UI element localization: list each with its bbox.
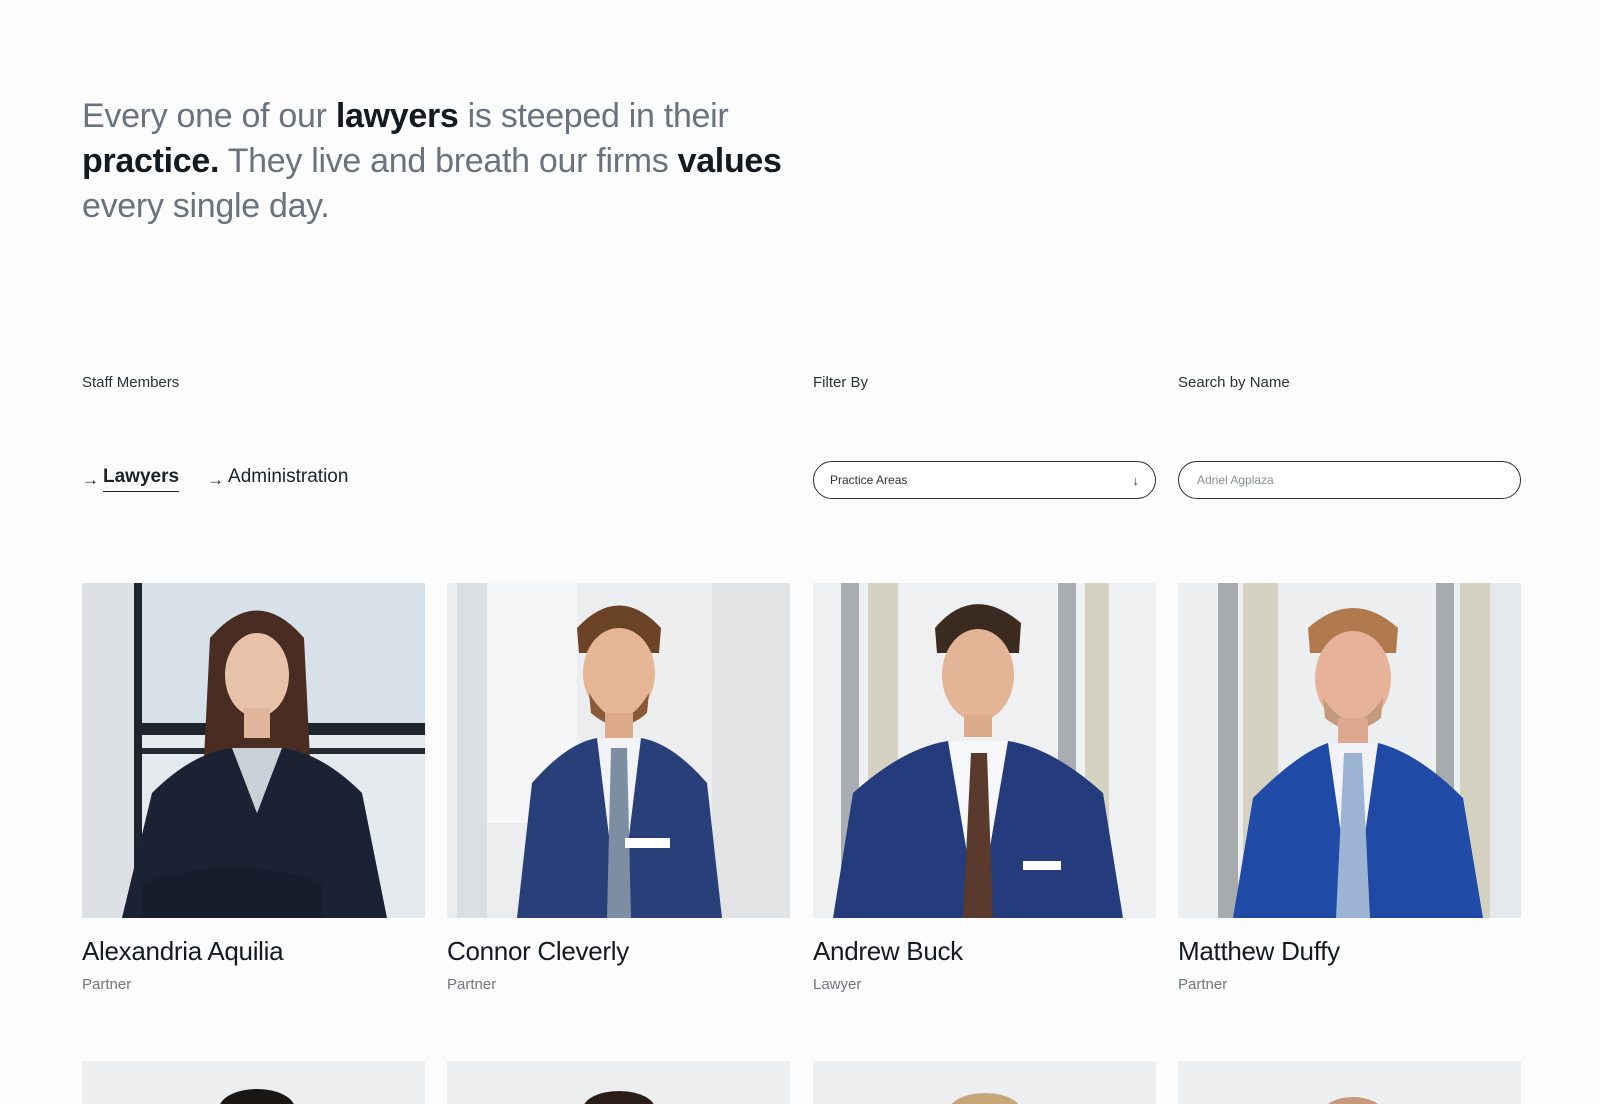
staff-photo-partial[interactable] <box>1178 1061 1521 1104</box>
staff-name: Andrew Buck <box>813 936 963 966</box>
staff-card[interactable]: Alexandria Aquilia Partner <box>82 583 425 993</box>
staff-photo-partial[interactable] <box>813 1061 1156 1104</box>
hero-statement: Every one of our lawyers is steeped in t… <box>82 94 802 229</box>
hero-bold-values: values <box>677 142 782 180</box>
staff-page: Every one of our lawyers is steeped in t… <box>0 0 1600 1104</box>
filter-by-label: Filter By <box>813 374 869 391</box>
hero-text-4: every single day. <box>82 187 330 225</box>
staff-members-label: Staff Members <box>82 374 180 391</box>
staff-role: Lawyer <box>813 976 862 993</box>
staff-tabs: → Lawyers → Administration <box>82 466 348 492</box>
search-input[interactable] <box>1195 472 1504 488</box>
staff-role: Partner <box>447 976 497 993</box>
hero-text-1: Every one of our <box>82 97 336 135</box>
hero-text-3: They live and breath our firms <box>219 142 678 180</box>
tab-lawyers[interactable]: → Lawyers <box>82 466 180 492</box>
staff-photo-partial[interactable] <box>82 1061 425 1104</box>
arrow-down-icon: ↓ <box>1132 472 1140 488</box>
staff-photo-partial[interactable] <box>447 1061 790 1104</box>
tab-administration-label: Administration <box>228 466 349 487</box>
search-by-name-label: Search by Name <box>1178 374 1290 391</box>
hero-bold-practice: practice. <box>82 142 220 180</box>
staff-card[interactable]: Matthew Duffy Partner <box>1178 583 1521 993</box>
staff-role: Partner <box>1178 976 1228 993</box>
practice-areas-select[interactable]: Practice Areas ↓ <box>813 461 1156 499</box>
arrow-right-icon: → <box>82 469 99 489</box>
tab-administration[interactable]: → Administration <box>207 466 348 492</box>
arrow-right-icon: → <box>207 469 225 489</box>
staff-card[interactable]: Connor Cleverly Partner <box>447 583 790 993</box>
staff-name: Connor Cleverly <box>447 936 629 966</box>
hero-text-2: is steeped in their <box>458 97 729 135</box>
hero-bold-lawyers: lawyers <box>335 97 459 135</box>
staff-photo <box>447 583 790 918</box>
search-field[interactable] <box>1178 461 1521 499</box>
practice-areas-value: Practice Areas <box>830 473 908 487</box>
staff-name: Matthew Duffy <box>1178 936 1340 966</box>
staff-photo <box>813 583 1156 918</box>
staff-role: Partner <box>82 976 132 993</box>
staff-name: Alexandria Aquilia <box>82 936 284 966</box>
staff-card[interactable]: Andrew Buck Lawyer <box>813 583 1156 993</box>
tab-lawyers-label: Lawyers <box>103 466 180 492</box>
staff-photo <box>1178 583 1521 918</box>
staff-photo <box>82 583 425 918</box>
